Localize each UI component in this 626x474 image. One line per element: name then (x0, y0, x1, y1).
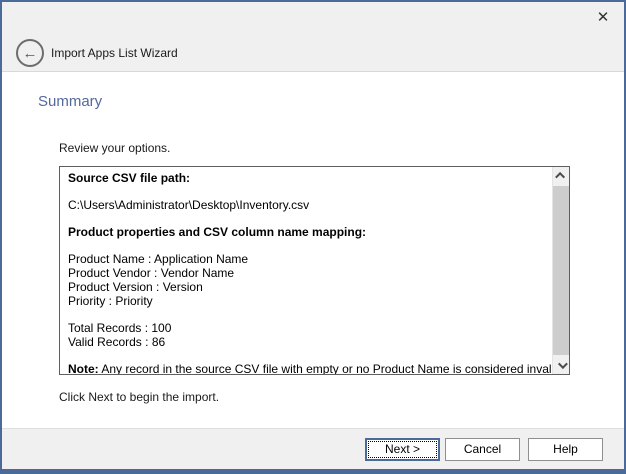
scrollbar-track[interactable] (553, 184, 569, 357)
mapping-product-name: Product Name : Application Name (68, 252, 544, 266)
close-button[interactable]: ✕ (588, 4, 618, 30)
summary-content: Source CSV file path: C:\Users\Administr… (60, 167, 552, 374)
scroll-down-icon (557, 359, 567, 369)
wizard-header: ← Import Apps List Wizard ✕ (2, 2, 624, 72)
mapping-label: Product properties and CSV column name m… (68, 225, 544, 239)
header-back-row: ← Import Apps List Wizard (16, 39, 178, 67)
wizard-body: Summary Review your options. Source CSV … (2, 72, 624, 428)
wizard-window: ← Import Apps List Wizard ✕ Summary Revi… (0, 0, 626, 474)
next-button[interactable]: Next > (365, 438, 440, 461)
source-csv-label: Source CSV file path: (68, 171, 544, 185)
valid-records: Valid Records : 86 (68, 335, 544, 349)
scroll-down-button[interactable] (553, 357, 569, 374)
note-label: Note: (68, 362, 99, 374)
close-icon: ✕ (597, 8, 610, 26)
mapping-product-vendor: Product Vendor : Vendor Name (68, 266, 544, 280)
summary-box: Source CSV file path: C:\Users\Administr… (59, 166, 570, 375)
mapping-priority: Priority : Priority (68, 294, 544, 308)
cancel-button[interactable]: Cancel (445, 438, 520, 461)
note-line: Note: Any record in the source CSV file … (68, 362, 544, 374)
back-button[interactable]: ← (16, 39, 44, 67)
scroll-up-button[interactable] (553, 167, 569, 184)
back-arrow-icon: ← (23, 46, 38, 61)
source-csv-path: C:\Users\Administrator\Desktop\Inventory… (68, 198, 544, 212)
button-bar: Next > Cancel Help (2, 428, 624, 469)
review-options-text: Review your options. (59, 141, 624, 155)
total-records: Total Records : 100 (68, 321, 544, 335)
page-title: Summary (38, 93, 624, 110)
click-next-hint: Click Next to begin the import. (59, 390, 624, 404)
mapping-product-version: Product Version : Version (68, 280, 544, 294)
scrollbar-thumb[interactable] (553, 186, 569, 355)
scroll-up-icon (555, 172, 565, 182)
note-text: Any record in the source CSV file with e… (99, 362, 552, 374)
help-button[interactable]: Help (528, 438, 603, 461)
wizard-title: Import Apps List Wizard (51, 46, 178, 60)
vertical-scrollbar[interactable] (552, 167, 569, 374)
